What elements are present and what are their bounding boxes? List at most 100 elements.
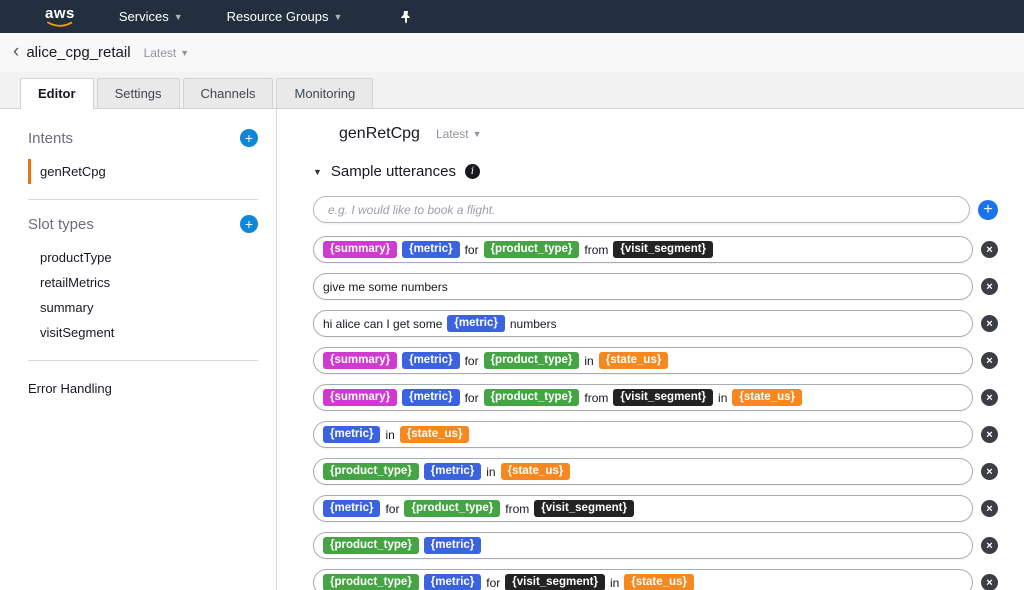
utterance-text: numbers <box>509 316 557 331</box>
tab-channels[interactable]: Channels <box>182 78 274 108</box>
pin-icon[interactable] <box>400 10 412 24</box>
remove-utterance-button[interactable]: × <box>981 426 998 443</box>
intent-version-dropdown[interactable]: Latest ▼ <box>436 127 482 141</box>
intent-title-row: genRetCpg Latest ▼ <box>339 125 998 143</box>
slot-chip-visit_segment[interactable]: {visit_segment} <box>613 388 714 407</box>
slot-chip-state_us[interactable]: {state_us} <box>500 462 571 481</box>
add-intent-button[interactable]: + <box>240 129 258 147</box>
intent-name: genRetCpg <box>339 125 420 142</box>
new-utterance-row: + <box>313 196 998 223</box>
sidebar-item-retailmetrics[interactable]: retailMetrics <box>28 270 258 295</box>
utterance-text-box[interactable]: {summary} {metric} for {product_type} from {v… <box>313 384 973 411</box>
utterance-text: for <box>385 501 400 516</box>
utterance-text: in <box>584 353 594 368</box>
utterance-text: hi alice can I get some <box>323 316 443 331</box>
utterance-row: {product_type} {metric} × <box>313 532 998 559</box>
slot-chip-metric[interactable]: {metric} <box>423 536 482 555</box>
remove-utterance-button[interactable]: × <box>981 278 998 295</box>
tab-editor[interactable]: Editor <box>20 78 94 109</box>
slot-chip-metric[interactable]: {metric} <box>323 425 381 444</box>
slot-chip-product_type[interactable]: {product_type} <box>323 573 419 590</box>
slot-chip-product_type[interactable]: {product_type} <box>404 499 501 518</box>
sidebar-item-error-handling[interactable]: Error Handling <box>28 376 258 401</box>
collapse-triangle-icon[interactable]: ▼ <box>313 167 322 177</box>
remove-utterance-button[interactable]: × <box>981 389 998 406</box>
nav-services[interactable]: Services ▼ <box>119 9 183 24</box>
utterance-text: from <box>505 501 530 516</box>
aws-logo[interactable]: aws <box>45 6 75 28</box>
remove-utterance-button[interactable]: × <box>981 315 998 332</box>
slot-chip-summary[interactable]: {summary} <box>323 351 398 370</box>
add-slot-type-button[interactable]: + <box>240 215 258 233</box>
remove-utterance-button[interactable]: × <box>981 574 998 590</box>
remove-utterance-button[interactable]: × <box>981 241 998 258</box>
utterance-text-box[interactable]: {product_type} {metric} <box>313 532 973 559</box>
utterance-text: in <box>385 427 395 442</box>
utterance-text-box[interactable]: hi alice can I get some {metric} numbers <box>313 310 973 337</box>
remove-utterance-button[interactable]: × <box>981 500 998 517</box>
top-navbar: aws Services ▼ Resource Groups ▼ <box>0 0 1024 33</box>
slot-chip-product_type[interactable]: {product_type} <box>323 462 419 481</box>
utterance-text-box[interactable]: {metric} in {state_us} <box>313 421 973 448</box>
slot-chip-summary[interactable]: {summary} <box>323 388 398 407</box>
utterance-text-box[interactable]: {summary} {metric} for {product_type} in {sta… <box>313 347 973 374</box>
slot-chip-state_us[interactable]: {state_us} <box>732 388 802 407</box>
slot-chip-product_type[interactable]: {product_type} <box>483 240 580 259</box>
utterance-row: {summary} {metric} for {product_type} from {v… <box>313 384 998 411</box>
utterance-row: {summary} {metric} for {product_type} in {sta… <box>313 347 998 374</box>
sidebar-item-producttype[interactable]: productType <box>28 245 258 270</box>
utterance-text: in <box>718 390 728 405</box>
content-area: Intents + genRetCpg Slot types + product… <box>0 109 1024 590</box>
utterance-row: {product_type} {metric} in {state_us} × <box>313 458 998 485</box>
slot-chip-product_type[interactable]: {product_type} <box>483 388 580 407</box>
nav-resource-groups-label: Resource Groups <box>226 9 329 24</box>
add-utterance-button[interactable]: + <box>978 199 998 220</box>
slot-chip-visit_segment[interactable]: {visit_segment} <box>534 499 634 518</box>
intent-editor-panel: genRetCpg Latest ▼ ▼ Sample utterances i… <box>277 109 1024 590</box>
utterance-text-box[interactable]: give me some numbers <box>313 273 973 300</box>
utterance-text-box[interactable]: {product_type} {metric} for {visit_segment}… <box>313 569 973 590</box>
intents-heading: Intents <box>28 129 74 147</box>
slot-chip-product_type[interactable]: {product_type} <box>483 351 580 370</box>
slot-chip-state_us[interactable]: {state_us} <box>399 425 470 444</box>
utterance-input[interactable] <box>313 196 970 223</box>
utterance-row: give me some numbers × <box>313 273 998 300</box>
slot-chip-metric[interactable]: {metric} <box>323 499 381 518</box>
bot-title: alice_cpg_retail <box>26 44 131 61</box>
slot-chip-metric[interactable]: {metric} <box>402 351 460 370</box>
slot-chip-product_type[interactable]: {product_type} <box>323 536 419 555</box>
remove-utterance-button[interactable]: × <box>981 352 998 369</box>
sidebar-item-summary[interactable]: summary <box>28 295 258 320</box>
aws-smile-icon <box>47 21 73 27</box>
slot-chip-metric[interactable]: {metric} <box>447 314 505 333</box>
tab-monitoring[interactable]: Monitoring <box>276 78 374 108</box>
info-icon[interactable]: i <box>465 164 480 179</box>
utterance-text-box[interactable]: {summary} {metric} for {product_type} from {v… <box>313 236 973 263</box>
slot-chip-metric[interactable]: {metric} <box>423 462 482 481</box>
sidebar-item-visitsegment[interactable]: visitSegment <box>28 320 258 345</box>
slot-chip-metric[interactable]: {metric} <box>402 388 460 407</box>
slot-chip-state_us[interactable]: {state_us} <box>624 573 694 590</box>
slot-chip-state_us[interactable]: {state_us} <box>598 351 669 370</box>
utterance-text-box[interactable]: {product_type} {metric} in {state_us} <box>313 458 973 485</box>
slot-types-heading: Slot types <box>28 215 94 233</box>
tab-bar: Editor Settings Channels Monitoring <box>0 72 1024 109</box>
utterance-text: from <box>584 390 609 405</box>
utterance-text: in <box>609 575 620 590</box>
slot-chip-visit_segment[interactable]: {visit_segment} <box>505 573 605 590</box>
utterance-text-box[interactable]: {metric} for {product_type} from {visit_segm… <box>313 495 973 522</box>
divider <box>28 199 258 200</box>
remove-utterance-button[interactable]: × <box>981 463 998 480</box>
bot-version-dropdown[interactable]: Latest ▼ <box>144 46 190 60</box>
remove-utterance-button[interactable]: × <box>981 537 998 554</box>
utterance-text: for <box>464 242 479 257</box>
utterance-list: {summary} {metric} for {product_type} from {v… <box>313 236 998 590</box>
back-chevron-icon[interactable]: ‹ <box>13 42 19 64</box>
tab-settings[interactable]: Settings <box>96 78 180 108</box>
slot-chip-summary[interactable]: {summary} <box>323 240 398 259</box>
slot-chip-visit_segment[interactable]: {visit_segment} <box>613 240 714 259</box>
slot-chip-metric[interactable]: {metric} <box>423 573 482 590</box>
nav-resource-groups[interactable]: Resource Groups ▼ <box>227 9 343 24</box>
slot-chip-metric[interactable]: {metric} <box>402 240 460 259</box>
sidebar-item-genretcpg[interactable]: genRetCpg <box>28 159 258 184</box>
